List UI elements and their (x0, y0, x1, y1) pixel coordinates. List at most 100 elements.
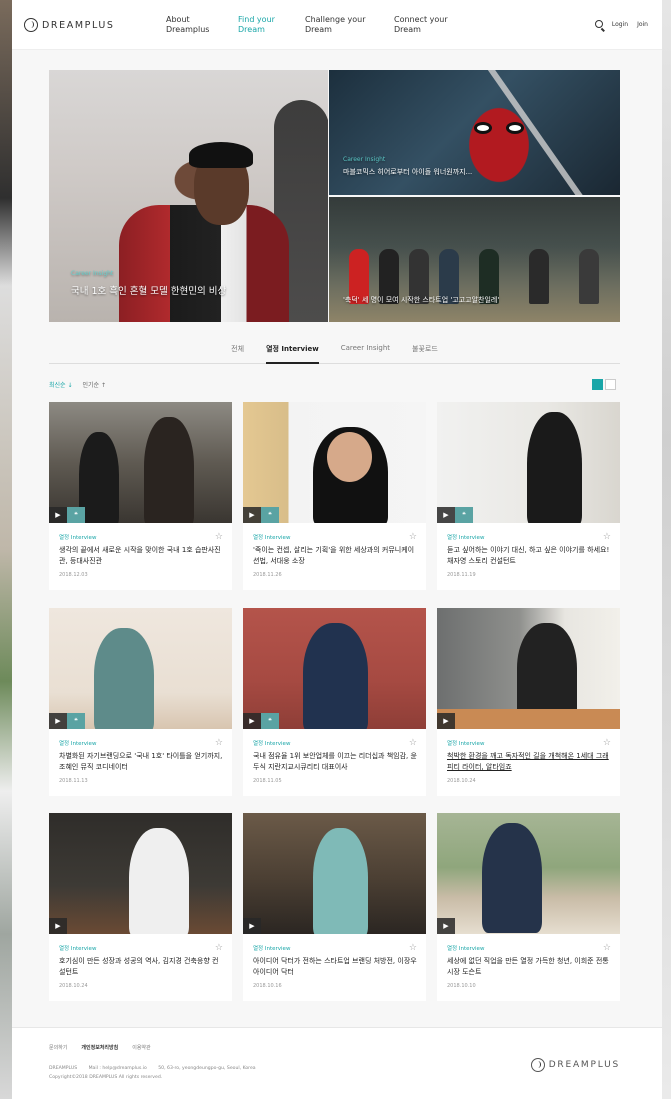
nav-connect-your-dream[interactable]: Connect your Dream (394, 15, 464, 35)
article-card[interactable]: ▶ ❝ 열정 Interview ☆ 차별화된 자기브랜딩으로 '국내 1호' … (49, 608, 232, 796)
card-date: 2018.11.13 (59, 778, 88, 784)
hero-main-caption: Career Insight 국내 1호 흑인 혼혈 모델 한현민의 비상 (71, 270, 226, 297)
nav-find-your-dream[interactable]: Find your Dream (238, 15, 308, 35)
article-card[interactable]: ▶ ❝ 열정 Interview ☆ 듣고 싶어하는 이야기 대신, 하고 싶은… (437, 402, 620, 590)
hero-main-card[interactable]: Career Insight 국내 1호 흑인 혼혈 모델 한현민의 비상 (49, 70, 328, 322)
hero-top-right-card[interactable]: Career Insight 마블코믹스 히어로부터 아이돌 워너원까지... (329, 70, 620, 195)
star-icon[interactable]: ☆ (215, 943, 223, 953)
card-title: 생각의 끝에서 새로운 시작을 맞이한 국내 1호 습판사진관, 등대사진관 (59, 546, 221, 565)
footer-link-contact[interactable]: 문의하기 (49, 1044, 67, 1051)
hero-main-title: 국내 1호 흑인 혼혈 모델 한현민의 비상 (71, 286, 227, 297)
star-icon[interactable]: ☆ (215, 738, 223, 748)
footer-info: DREAMPLUS Mail : help@dreamplus.io 50, 6… (49, 1064, 256, 1082)
card-date: 2018.12.03 (59, 572, 88, 578)
person-figure (303, 623, 368, 729)
media-badges: ▶ (437, 918, 455, 934)
article-card[interactable]: ▶ 열정 Interview ☆ 척박한 환경을 깨고 독자적인 길을 개척해온… (437, 608, 620, 796)
footer-link-terms[interactable]: 이용약관 (132, 1044, 150, 1051)
card-thumbnail: ▶ (437, 608, 620, 729)
article-card[interactable]: ▶ ❝ 열정 Interview ☆ '죽이는 컨셉, 살리는 기획'을 위한 … (243, 402, 426, 590)
hero-model-figure (119, 205, 289, 322)
person-figure (517, 623, 577, 723)
hero-top-right-tag: Career Insight (343, 156, 386, 163)
card-tag: 열정 Interview (59, 946, 97, 952)
logo-icon (530, 1058, 545, 1072)
nav-about[interactable]: About Dreamplus (166, 15, 236, 35)
card-tag: 열정 Interview (447, 535, 485, 541)
hero-bottom-right-card[interactable]: '축덕' 세 명이 모여 시작한 스타트업 '고고고알찬일레' (329, 197, 620, 322)
grid-view-icon[interactable] (592, 379, 603, 390)
mask-eye-right (506, 122, 524, 134)
star-icon[interactable]: ☆ (409, 738, 417, 748)
card-thumbnail: ▶ (437, 813, 620, 934)
card-thumbnail: ▶ ❝ (49, 608, 232, 729)
star-icon[interactable]: ☆ (603, 532, 611, 542)
nav-label-line1: Challenge your (305, 15, 366, 24)
nav-challenge-your-dream[interactable]: Challenge your Dream (305, 15, 375, 35)
hero-top-right-caption: Career Insight 마블코믹스 히어로부터 아이돌 워너원까지... (343, 156, 472, 177)
list-view-icon[interactable] (605, 379, 616, 390)
card-title: 듣고 싶어하는 이야기 대신, 하고 싶은 이야기를 하세요! 채자영 스토리 … (447, 546, 610, 565)
star-icon[interactable]: ☆ (409, 943, 417, 953)
footer-links: 문의하기 개인정보처리방침 이용약관 (49, 1044, 151, 1051)
footer-link-privacy[interactable]: 개인정보처리방침 (81, 1044, 118, 1051)
site-footer: 문의하기 개인정보처리방침 이용약관 DREAMPLUS Mail : help… (12, 1027, 662, 1099)
person-figure (144, 417, 194, 523)
orange-bar (437, 709, 620, 729)
tab-career-insight[interactable]: Career Insight (341, 338, 390, 364)
article-card[interactable]: ▶ ❝ 열정 Interview ☆ 생각의 끝에서 새로운 시작을 맞이한 국… (49, 402, 232, 590)
card-title: 척박한 환경을 깨고 독자적인 길을 개척해온 1세대 그래피티 라이터, 알타… (447, 752, 609, 771)
card-tag: 열정 Interview (253, 946, 291, 952)
logo[interactable]: DREAMPLUS (24, 18, 115, 32)
sort-popular[interactable]: 인기순 ↑ (83, 380, 107, 389)
media-badges: ▶ (49, 918, 67, 934)
article-card[interactable]: ▶ 열정 Interview ☆ 아이디어 닥터가 전하는 스타트업 브랜딩 처… (243, 813, 426, 1001)
card-tag: 열정 Interview (253, 535, 291, 541)
star-icon[interactable]: ☆ (603, 943, 611, 953)
tab-fire-road[interactable]: 불꽃로드 (412, 338, 438, 364)
hero-model-hair (189, 142, 253, 168)
footer-logo-text: DREAMPLUS (548, 1060, 620, 1070)
card-tag: 열정 Interview (59, 741, 97, 747)
site-header: DREAMPLUS About Dreamplus Find your Drea… (12, 0, 662, 50)
card-thumbnail: ▶ (243, 813, 426, 934)
search-icon[interactable] (594, 20, 603, 28)
quote-icon: ❝ (261, 713, 279, 729)
nav-label-line1: About (166, 15, 190, 24)
tab-all[interactable]: 전체 (231, 338, 244, 364)
tab-passion-interview[interactable]: 열정 Interview (266, 338, 319, 364)
play-icon: ▶ (437, 713, 455, 729)
play-icon: ▶ (49, 713, 67, 729)
join-link[interactable]: Join (637, 21, 648, 28)
play-icon: ▶ (243, 918, 261, 934)
article-card[interactable]: ▶ 열정 Interview ☆ 호기심이 만든 성장과 성공의 역사, 김지경… (49, 813, 232, 1001)
sort-options: 최신순 ↓ 인기순 ↑ (49, 380, 106, 389)
login-link[interactable]: Login (612, 21, 628, 28)
person-figure (94, 628, 154, 729)
hero-grid: Career Insight 국내 1호 흑인 혼혈 모델 한현민의 비상 Ca… (49, 70, 620, 322)
page: DREAMPLUS About Dreamplus Find your Drea… (12, 0, 662, 1099)
card-thumbnail: ▶ ❝ (49, 402, 232, 523)
view-toggle (592, 379, 616, 390)
quote-icon: ❝ (455, 507, 473, 523)
background-strip-left (0, 0, 12, 1099)
quote-icon: ❝ (261, 507, 279, 523)
card-tag: 열정 Interview (253, 741, 291, 747)
card-date: 2018.11.26 (253, 572, 282, 578)
play-icon: ▶ (49, 918, 67, 934)
star-icon[interactable]: ☆ (603, 738, 611, 748)
article-card[interactable]: ▶ ❝ 열정 Interview ☆ 국내 점유율 1위 보안업체를 이끄는 리… (243, 608, 426, 796)
card-tag: 열정 Interview (59, 535, 97, 541)
card-date: 2018.11.05 (253, 778, 282, 784)
card-title: '죽이는 컨셉, 살리는 기획'을 위한 세상과의 커뮤니케이션법, 서대웅 소… (253, 546, 415, 565)
team-figure (579, 249, 599, 304)
card-date: 2018.10.24 (59, 983, 88, 989)
sort-latest[interactable]: 최신순 ↓ (49, 380, 73, 389)
header-actions: Login Join (594, 20, 648, 28)
card-title: 호기심이 만든 성장과 성공의 역사, 김지경 건축응향 컨설턴트 (59, 957, 219, 976)
star-icon[interactable]: ☆ (215, 532, 223, 542)
article-card[interactable]: ▶ 열정 Interview ☆ 세상에 없던 직업을 만든 열정 가득한 청년… (437, 813, 620, 1001)
category-tabs: 전체 열정 Interview Career Insight 불꽃로드 (49, 338, 620, 364)
star-icon[interactable]: ☆ (409, 532, 417, 542)
card-thumbnail: ▶ ❝ (243, 608, 426, 729)
